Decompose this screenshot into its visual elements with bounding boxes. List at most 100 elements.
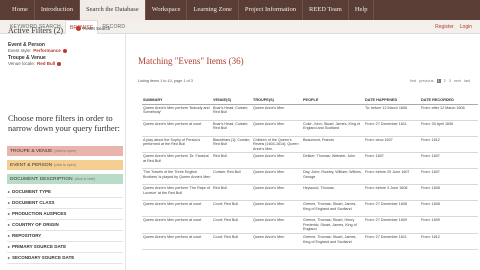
facet-hint: (click to hide) [74, 177, 96, 181]
table-row[interactable]: Queen Anne's Men perform 'Nobody and Som… [142, 104, 478, 121]
table-cell: Heywood, Thomas [302, 184, 364, 202]
nav-tab[interactable]: REED Team [303, 0, 349, 20]
table-row[interactable]: 'The Travels of the Three English Brothe… [142, 168, 478, 186]
table-cell: From: 1607 [420, 168, 478, 186]
table-cell: Queen Anne's Men perform at court [142, 120, 212, 137]
divider [7, 230, 123, 231]
document-field-filter[interactable]: ▸ PRIMARY SOURCE DATE [8, 244, 66, 249]
filter-value: Red Bull [37, 61, 56, 66]
login-link[interactable]: Login [460, 20, 472, 34]
field-label: DOCUMENT CLASS [12, 200, 55, 205]
listing-info: Listing items 1 to 10, page 1 of 3 [138, 79, 193, 83]
divider [7, 197, 123, 198]
document-field-filter[interactable]: ▸ DOCUMENT TYPE [8, 189, 51, 194]
page-link[interactable]: first [410, 79, 416, 83]
facet-event-person[interactable]: EVENT & PERSON (click to open) [7, 160, 123, 170]
table-cell: Queen Anne's Men [252, 200, 302, 218]
results-title: Matching "Evens" Items (36) [138, 56, 244, 66]
table-cell: From: 1608 [420, 200, 478, 218]
table-cell: Coke, John; Stuart, James, King of Engla… [302, 120, 364, 137]
document-field-filter[interactable]: ▸ COUNTRY OF ORIGIN [8, 222, 59, 227]
divider [7, 219, 123, 220]
table-cell: From: 27 December 1611 [364, 233, 420, 251]
table-cell: From: 1609 [420, 216, 478, 235]
table-row[interactable]: Queen Anne's Men perform 'Dr. Faustus' a… [142, 152, 478, 170]
document-field-filter[interactable]: ▸ SECONDARY SOURCE DATE [8, 255, 74, 260]
filter-prefix: Venue locale: [8, 61, 36, 66]
table-cell: Queen Anne's Men [252, 233, 302, 251]
table-cell: Red Bull [212, 152, 252, 170]
filter-value: Performance [33, 48, 61, 53]
table-cell: From: 1607 [420, 152, 478, 170]
table-cell: From: 1612 [420, 233, 478, 251]
table-cell: From: 1607 [364, 152, 420, 170]
nav-tab[interactable]: Home [6, 0, 35, 20]
table-cell: From: before 3 June 1608 [364, 184, 420, 202]
register-link[interactable]: Register [435, 20, 454, 34]
table-cell: Queen Anne's Men perform 'The Rape of Lu… [142, 184, 212, 202]
nav-tab[interactable]: Help [349, 0, 375, 20]
field-label: PRODUCTION AUSPICES [12, 211, 67, 216]
table-cell: Red Bull [212, 184, 252, 202]
reset-search-button[interactable]: Reset Search [76, 26, 110, 31]
nav-tab[interactable]: Search the Database [80, 0, 146, 20]
remove-filter-icon[interactable] [57, 61, 62, 66]
column-header[interactable]: DATE HAPPENED [364, 97, 420, 105]
chevron-right-icon: ▸ [8, 244, 11, 249]
remove-filter-icon[interactable] [62, 48, 67, 53]
page-link[interactable]: last [464, 79, 470, 83]
column-header[interactable]: TROUPE(S) [252, 97, 302, 105]
table-cell: Boar's Head; Curtain; Red Bull [212, 120, 252, 137]
table-row[interactable]: Queen Anne's Men perform at court Court; … [142, 216, 478, 235]
document-field-filter[interactable]: ▸ PRODUCTION AUSPICES [8, 211, 66, 216]
results-panel: Matching "Evens" Items (36) Listing item… [128, 34, 480, 270]
page-link[interactable]: 3 [449, 79, 451, 83]
table-cell: Court; Red Bull [212, 233, 252, 251]
divider [7, 263, 123, 264]
table-cell: 'The Travels of the Three English Brothe… [142, 168, 212, 186]
column-header[interactable]: PEOPLE [302, 97, 364, 105]
table-cell: Queen Anne's Men perform at court [142, 233, 212, 251]
table-row[interactable]: A play about the Sophy of Persia is perf… [142, 136, 478, 154]
table-cell: From: 1612 [420, 136, 478, 154]
column-header[interactable]: DATE RECORDED [420, 97, 478, 105]
chevron-right-icon: ▸ [8, 222, 11, 227]
divider [7, 208, 123, 209]
nav-tab[interactable]: Introduction [35, 0, 81, 20]
facet-hint: (click to open) [54, 163, 76, 167]
active-filter-list: Event & Person Event style: Performance … [8, 40, 120, 68]
table-cell: A play about the Sophy of Persia is perf… [142, 136, 212, 154]
table-row[interactable]: Queen Anne's Men perform at court Court; … [142, 233, 478, 251]
page-link[interactable]: 1 [436, 79, 441, 83]
column-header[interactable]: SUMMARY [142, 97, 212, 105]
table-cell: Dekker, Thomas; Webster, John [302, 152, 364, 170]
table-row[interactable]: Queen Anne's Men perform at court Court; … [142, 200, 478, 218]
page-link[interactable]: previous [419, 79, 433, 83]
field-label: PRIMARY SOURCE DATE [12, 244, 67, 249]
column-header[interactable]: VENUE(S) [212, 97, 252, 105]
chevron-right-icon: ▸ [8, 255, 11, 260]
table-cell: Curtain; Red Bull [212, 168, 252, 186]
facet-label: EVENT & PERSON [10, 163, 53, 168]
table-cell: Day, John; Rowley, William; Wilkins, Geo… [302, 168, 364, 186]
top-nav: Home Introduction Search the Database Works… [0, 0, 480, 20]
table-row[interactable]: Queen Anne's Men perform at court Boar's … [142, 120, 478, 137]
table-row[interactable]: Queen Anne's Men perform 'The Rape of Lu… [142, 184, 478, 202]
table-cell: From: after 12 March 1606 [420, 104, 478, 121]
document-field-filter[interactable]: ▸ DOCUMENT CLASS [8, 200, 55, 205]
facet-document-description[interactable]: DOCUMENT: DESCRIPTION (click to hide) [7, 174, 123, 184]
document-field-filter[interactable]: ▸ REPOSITORY [8, 233, 41, 238]
chevron-right-icon: ▸ [8, 211, 11, 216]
page-link[interactable]: next [454, 79, 461, 83]
table-cell [302, 104, 364, 121]
nav-tab[interactable]: Workspace [146, 0, 188, 20]
nav-tab[interactable]: Project Information [239, 0, 303, 20]
facet-hint: (click to open) [54, 149, 77, 153]
field-label: DOCUMENT TYPE [12, 189, 52, 194]
nav-tab[interactable]: Learning Zone [187, 0, 239, 20]
page-link[interactable]: 2 [444, 79, 446, 83]
facet-troupe-venue[interactable]: TROUPE & VENUE (click to open) [7, 146, 123, 156]
choose-filters-text: Choose more filters in order to narrow d… [8, 113, 120, 133]
table-cell: Greene, Thomas; Stuart, James, King of E… [302, 200, 364, 218]
field-label: COUNTRY OF ORIGIN [12, 222, 59, 227]
